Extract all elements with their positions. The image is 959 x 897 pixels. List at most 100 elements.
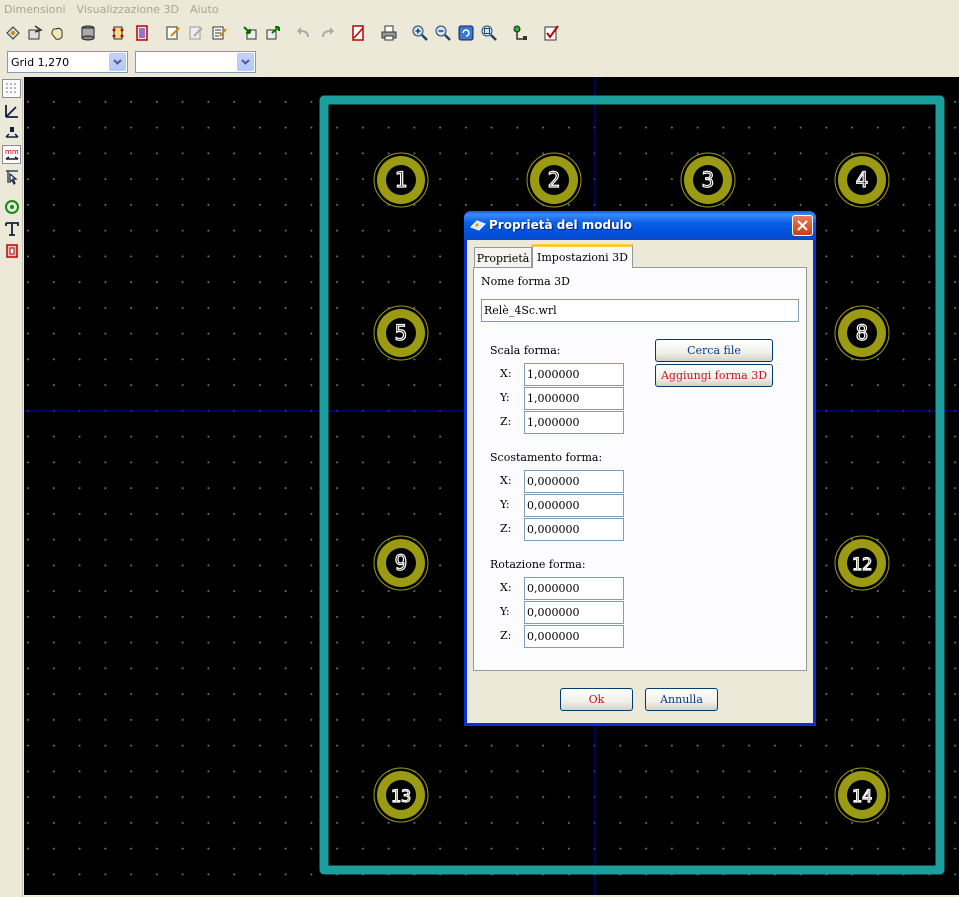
footprint-lib-icon[interactable] xyxy=(2,22,23,43)
pad-number: 3 xyxy=(702,168,715,192)
zoom-fit-icon[interactable] xyxy=(478,22,499,43)
chevron-down-icon[interactable] xyxy=(109,53,126,71)
shape-name-field[interactable]: Relè_4Sc.wrl xyxy=(481,299,799,322)
edit-disabled-icon[interactable] xyxy=(185,22,206,43)
pad-5[interactable]: 5 xyxy=(373,305,429,361)
check-icon[interactable] xyxy=(540,22,561,43)
pad-13[interactable]: 13 xyxy=(373,767,429,823)
scale-label: Scala forma: xyxy=(490,344,561,357)
close-icon xyxy=(797,220,808,231)
module-outline-icon[interactable] xyxy=(131,22,152,43)
scale-x-field[interactable]: 1,000000 xyxy=(524,363,624,386)
offset-y-field[interactable]: 0,000000 xyxy=(524,494,624,517)
pad-number: 1 xyxy=(395,168,408,192)
db-icon[interactable] xyxy=(77,22,98,43)
chevron-down-icon[interactable] xyxy=(237,53,254,71)
offset-x-label: X: xyxy=(500,474,512,487)
module-icon[interactable] xyxy=(107,22,128,43)
pad-3[interactable]: 3 xyxy=(680,152,736,208)
units-mm-icon[interactable]: mm xyxy=(2,145,21,164)
shape-name-label: Nome forma 3D xyxy=(481,275,570,288)
tab-impostazioni-3d-label: Impostazioni 3D xyxy=(537,251,628,264)
dialog-title: Proprietà del modulo xyxy=(489,218,632,232)
pad-icon[interactable] xyxy=(2,197,21,216)
polar-coord-icon[interactable] xyxy=(2,101,21,120)
offset-z-field[interactable]: 0,000000 xyxy=(524,518,624,541)
grid-toggle-icon[interactable] xyxy=(2,79,21,98)
left-toolbar: mm xyxy=(0,77,23,897)
tree-icon[interactable] xyxy=(509,22,530,43)
pad-4[interactable]: 4 xyxy=(834,152,890,208)
pad-number: 5 xyxy=(395,321,408,345)
pad-number: 9 xyxy=(395,551,408,575)
rotation-x-field[interactable]: 0,000000 xyxy=(524,577,624,600)
ok-button[interactable]: Ok xyxy=(560,688,633,711)
rotation-label: Rotazione forma: xyxy=(490,558,586,571)
close-button[interactable] xyxy=(792,215,813,236)
tab-proprieta[interactable]: Proprietà xyxy=(474,247,532,268)
pad-8[interactable]: 8 xyxy=(834,305,890,361)
offset-label: Scostamento forma: xyxy=(490,451,603,464)
zoom-out-icon[interactable] xyxy=(432,22,453,43)
pad-2[interactable]: 2 xyxy=(526,152,582,208)
grid-select-value: Grid 1,270 xyxy=(11,55,70,69)
redraw-icon[interactable] xyxy=(455,22,476,43)
pad-number: 12 xyxy=(852,555,872,575)
undo-icon[interactable] xyxy=(293,22,314,43)
cursor-shape-icon[interactable] xyxy=(2,167,21,186)
dialog-title-bar[interactable]: Proprietà del modulo xyxy=(464,211,816,240)
main-toolbar xyxy=(0,19,959,47)
grid-select[interactable]: Grid 1,270 xyxy=(7,51,128,73)
svg-text:mm: mm xyxy=(5,148,19,156)
text-icon[interactable] xyxy=(2,219,21,238)
module-icon xyxy=(470,220,486,231)
pad-number: 4 xyxy=(856,168,869,192)
offset-z-label: Z: xyxy=(500,522,512,535)
pad-number: 13 xyxy=(391,787,411,807)
pad-number: 2 xyxy=(548,168,561,192)
selector-row: Grid 1,270 xyxy=(0,49,959,76)
rotation-x-label: X: xyxy=(500,581,512,594)
menu-visualizzazione-3d[interactable]: Visualizzazione 3D xyxy=(77,3,179,16)
menu-aiuto[interactable]: Aiuto xyxy=(190,3,219,16)
module-properties-dialog: Proprietà del modulo Proprietà Impostazi… xyxy=(464,211,816,726)
module-outline-icon[interactable] xyxy=(2,241,21,260)
menu-dimensioni[interactable]: Dimensioni xyxy=(4,3,66,16)
tab-proprieta-label: Proprietà xyxy=(476,251,530,265)
rotation-z-label: Z: xyxy=(500,629,512,642)
rotation-y-field[interactable]: 0,000000 xyxy=(524,601,624,624)
offset-x-field[interactable]: 0,000000 xyxy=(524,470,624,493)
pad-1[interactable]: 1 xyxy=(373,152,429,208)
pad-number: 14 xyxy=(852,787,872,807)
load-module-icon[interactable] xyxy=(24,22,45,43)
rotation-z-field[interactable]: 0,000000 xyxy=(524,625,624,648)
add-shape-button[interactable]: Aggiungi forma 3D xyxy=(655,364,773,387)
hand-icon[interactable] xyxy=(46,22,67,43)
module-check-icon[interactable] xyxy=(347,22,368,43)
zoom-select[interactable] xyxy=(135,51,256,73)
cancel-button[interactable]: Annulla xyxy=(645,688,718,711)
pad-14[interactable]: 14 xyxy=(834,767,890,823)
offset-y-label: Y: xyxy=(500,498,510,511)
print-icon[interactable] xyxy=(378,22,399,43)
zoom-in-icon[interactable] xyxy=(409,22,430,43)
pad-9[interactable]: 9 xyxy=(373,535,429,591)
redo-icon[interactable] xyxy=(316,22,337,43)
units-inch-icon[interactable] xyxy=(2,123,21,142)
save-module-icon[interactable] xyxy=(239,22,260,43)
pcb-editor-window: { "menu": ["Dimensioni", "Visualizzazion… xyxy=(0,0,959,897)
pad-12[interactable]: 12 xyxy=(834,535,890,591)
edit-props-icon[interactable] xyxy=(208,22,229,43)
export-module-icon[interactable] xyxy=(262,22,283,43)
scale-z-field[interactable]: 1,000000 xyxy=(524,411,624,434)
edit-icon[interactable] xyxy=(162,22,183,43)
scale-y-field[interactable]: 1,000000 xyxy=(524,387,624,410)
menu-bar: Dimensioni Visualizzazione 3D Aiuto xyxy=(0,0,959,18)
scale-y-label: Y: xyxy=(500,391,510,404)
pad-number: 8 xyxy=(856,321,869,345)
browse-button[interactable]: Cerca file xyxy=(655,339,773,362)
scale-x-label: X: xyxy=(500,367,512,380)
tab-impostazioni-3d[interactable]: Impostazioni 3D xyxy=(532,244,633,268)
scale-z-label: Z: xyxy=(500,415,512,428)
tab-panel-3d: Nome forma 3D Relè_4Sc.wrl Scala forma: … xyxy=(473,267,807,671)
